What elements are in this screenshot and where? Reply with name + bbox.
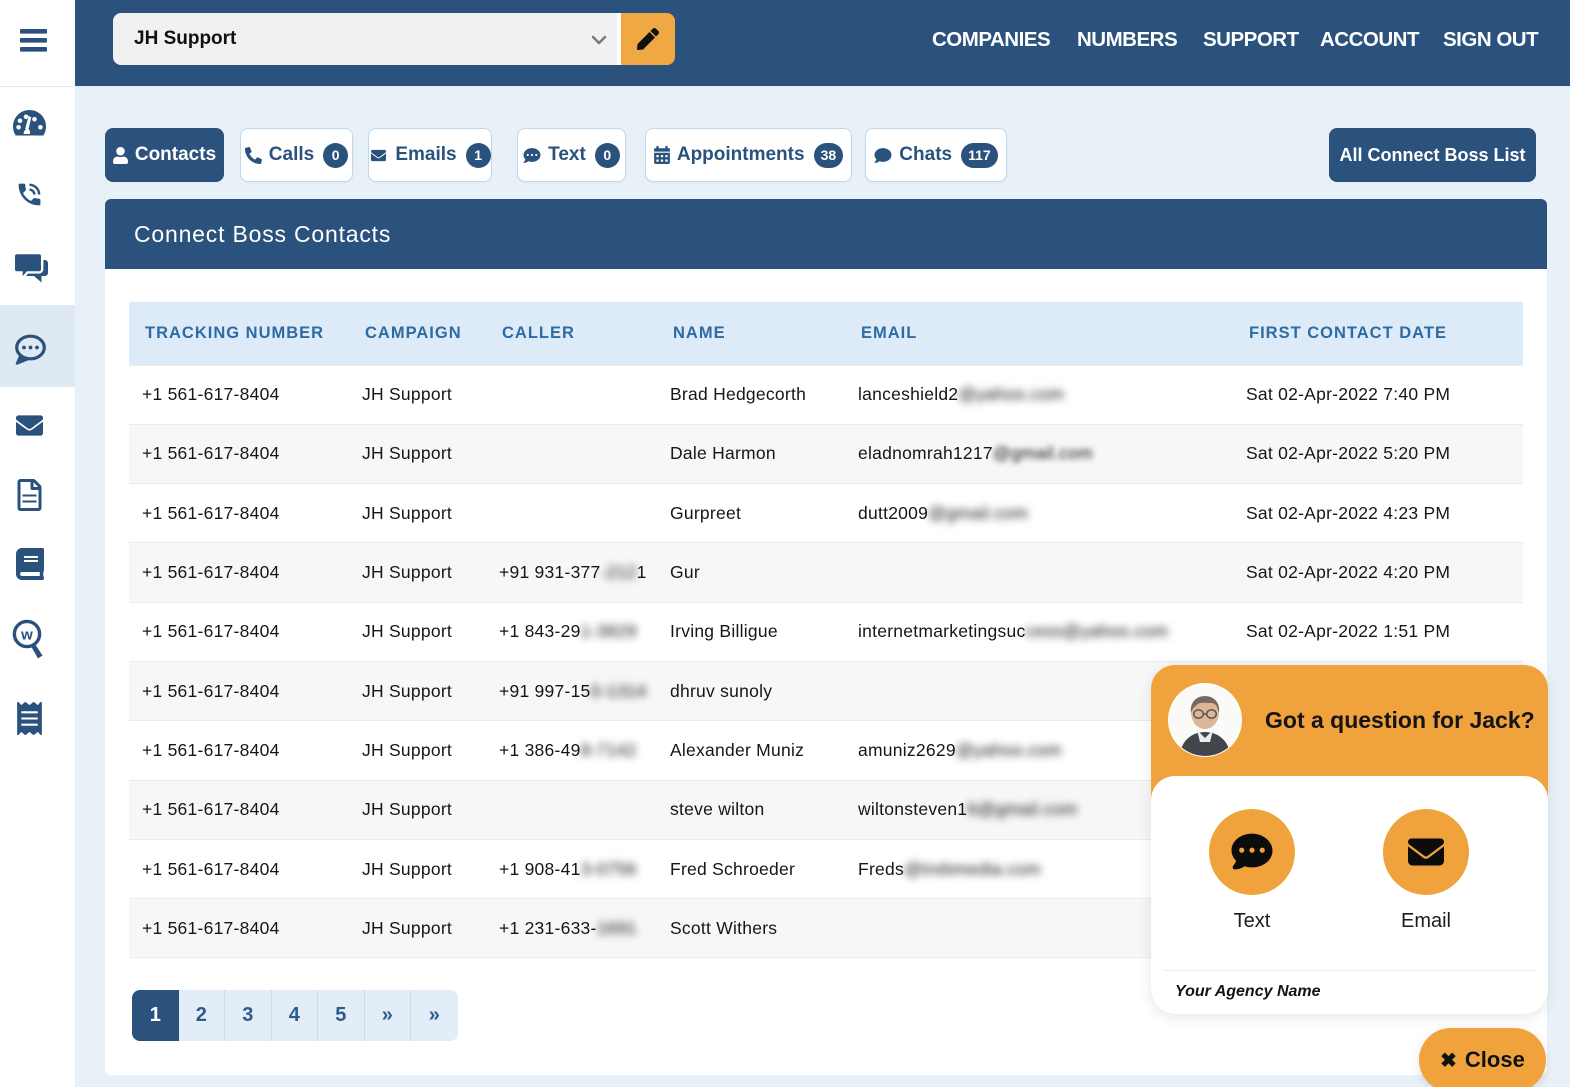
svg-text:w: w xyxy=(20,627,33,644)
